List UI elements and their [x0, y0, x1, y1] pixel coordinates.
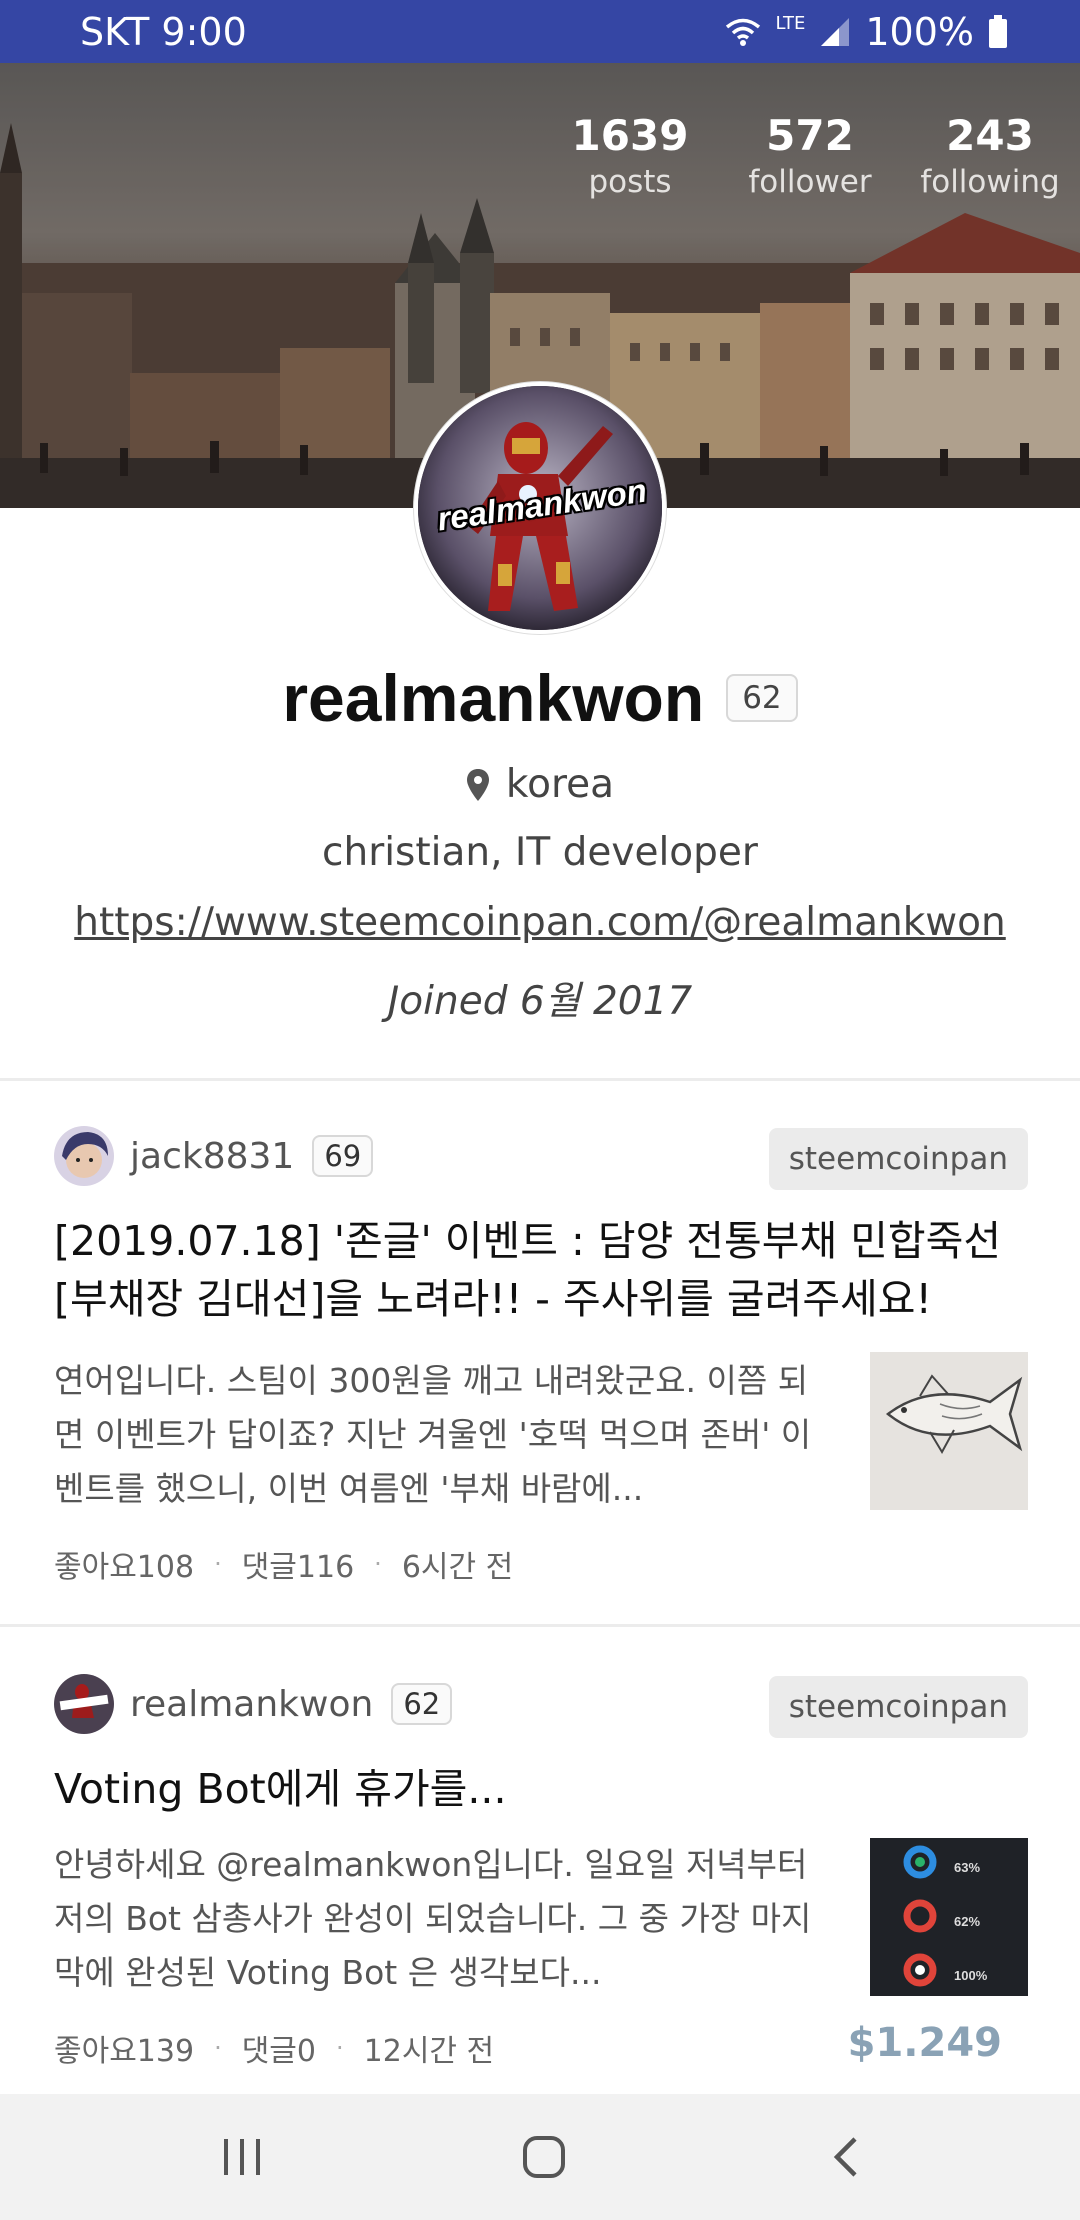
post-time: 6시간 전 — [401, 1550, 514, 1585]
post-card[interactable]: realmankwon 62 steemcoinpan Voting Bot에게… — [0, 1630, 1080, 2090]
stat-following-value: 243 — [946, 111, 1034, 160]
stat-follower[interactable]: 572 follower — [720, 111, 900, 203]
post-author-avatar[interactable] — [54, 1674, 114, 1734]
post-author-name[interactable]: realmankwon — [130, 1684, 373, 1725]
location-pin-icon — [466, 768, 489, 801]
post-title[interactable]: [2019.07.18] '존글' 이벤트 : 담양 전통부채 민합죽선 [부채… — [54, 1212, 1034, 1328]
status-bar: SKT 9:00 LTE 100% — [0, 0, 1080, 63]
post-likes[interactable]: 좋아요108 — [54, 1542, 194, 1586]
recent-apps-icon — [224, 2139, 260, 2175]
joined-date: Joined 6월 2017 — [387, 979, 693, 1024]
thumb-label-1: 63% — [954, 1860, 980, 1875]
post-excerpt: 안녕하세요 @realmankwon입니다. 일요일 저녁부터 저의 Bot 삼… — [54, 1845, 812, 1992]
clock: 9:00 — [161, 10, 247, 54]
post-title[interactable]: Voting Bot에게 휴가를... — [54, 1760, 1034, 1818]
post-tag[interactable]: steemcoinpan — [768, 1676, 1028, 1738]
home-icon — [523, 2136, 565, 2178]
stat-follower-label: follower — [748, 164, 872, 200]
post-thumbnail[interactable] — [870, 1352, 1028, 1510]
thumb-label-2: 62% — [954, 1914, 980, 1929]
wifi-icon — [726, 18, 761, 46]
thumb-label-3: 100% — [954, 1968, 988, 1983]
navigation-bar — [0, 2094, 1080, 2220]
post-likes[interactable]: 좋아요139 — [54, 2026, 194, 2070]
stat-following[interactable]: 243 following — [900, 111, 1080, 203]
meta-separator: · — [336, 2034, 344, 2062]
status-right: LTE 100% — [725, 10, 1008, 54]
post-header: realmankwon 62 — [54, 1674, 453, 1734]
stat-posts[interactable]: 1639 posts — [540, 111, 720, 203]
meta-separator: · — [214, 1550, 222, 1578]
home-button[interactable] — [514, 2132, 574, 2182]
back-icon — [833, 2137, 857, 2177]
post-meta: 좋아요139 · 댓글0 · 12시간 전 — [54, 2026, 494, 2070]
profile-name-row: realmankwon 62 — [0, 658, 1080, 738]
profile-about: christian, IT developer — [322, 830, 758, 875]
post-author-avatar[interactable] — [54, 1126, 114, 1186]
post-time: 12시간 전 — [363, 2034, 495, 2069]
profile-avatar[interactable]: realmankwon — [414, 382, 666, 634]
post-tag[interactable]: steemcoinpan — [768, 1128, 1028, 1190]
stat-follower-value: 572 — [766, 111, 854, 160]
location-row: korea — [0, 762, 1080, 807]
meta-separator: · — [374, 1550, 382, 1578]
post-author-name[interactable]: jack8831 — [130, 1136, 294, 1177]
post-payout[interactable]: $1.249 — [848, 2020, 1002, 2066]
profile-website-link[interactable]: https://www.steemcoinpan.com/@realmankwo… — [0, 900, 1080, 945]
profile-stats: 1639 posts 572 follower 243 following — [540, 111, 1080, 203]
post-header: jack8831 69 — [54, 1126, 374, 1186]
post-meta: 좋아요108 · 댓글116 · 6시간 전 — [54, 1542, 513, 1586]
section-divider — [0, 1078, 1080, 1081]
location-text: korea — [505, 762, 615, 807]
battery-icon — [989, 15, 1007, 48]
post-card[interactable]: jack8831 69 steemcoinpan [2019.07.18] '존… — [0, 1082, 1080, 1627]
reputation-badge: 62 — [726, 674, 798, 722]
post-author-reputation: 69 — [312, 1135, 374, 1177]
signal-icon — [821, 18, 850, 46]
post-thumbnail[interactable]: 63% 62% 100% — [870, 1838, 1028, 1996]
recent-apps-button[interactable] — [212, 2132, 272, 2182]
post-author-reputation: 62 — [391, 1683, 453, 1725]
stat-posts-value: 1639 — [571, 111, 689, 160]
carrier: SKT — [80, 10, 150, 54]
status-left: SKT 9:00 — [80, 10, 247, 54]
network-type: LTE — [775, 12, 806, 34]
meta-separator: · — [214, 2034, 222, 2062]
stat-posts-label: posts — [588, 164, 672, 200]
post-comments[interactable]: 댓글116 — [242, 1542, 354, 1586]
back-button[interactable] — [816, 2132, 876, 2182]
stat-following-label: following — [920, 164, 1060, 200]
post-excerpt: 연어입니다. 스팀이 300원을 깨고 내려왔군요. 이쯤 되면 이벤트가 답이… — [54, 1361, 812, 1508]
profile-username: realmankwon — [282, 661, 705, 735]
post-comments[interactable]: 댓글0 — [242, 2026, 316, 2070]
battery-percent: 100% — [865, 10, 974, 54]
